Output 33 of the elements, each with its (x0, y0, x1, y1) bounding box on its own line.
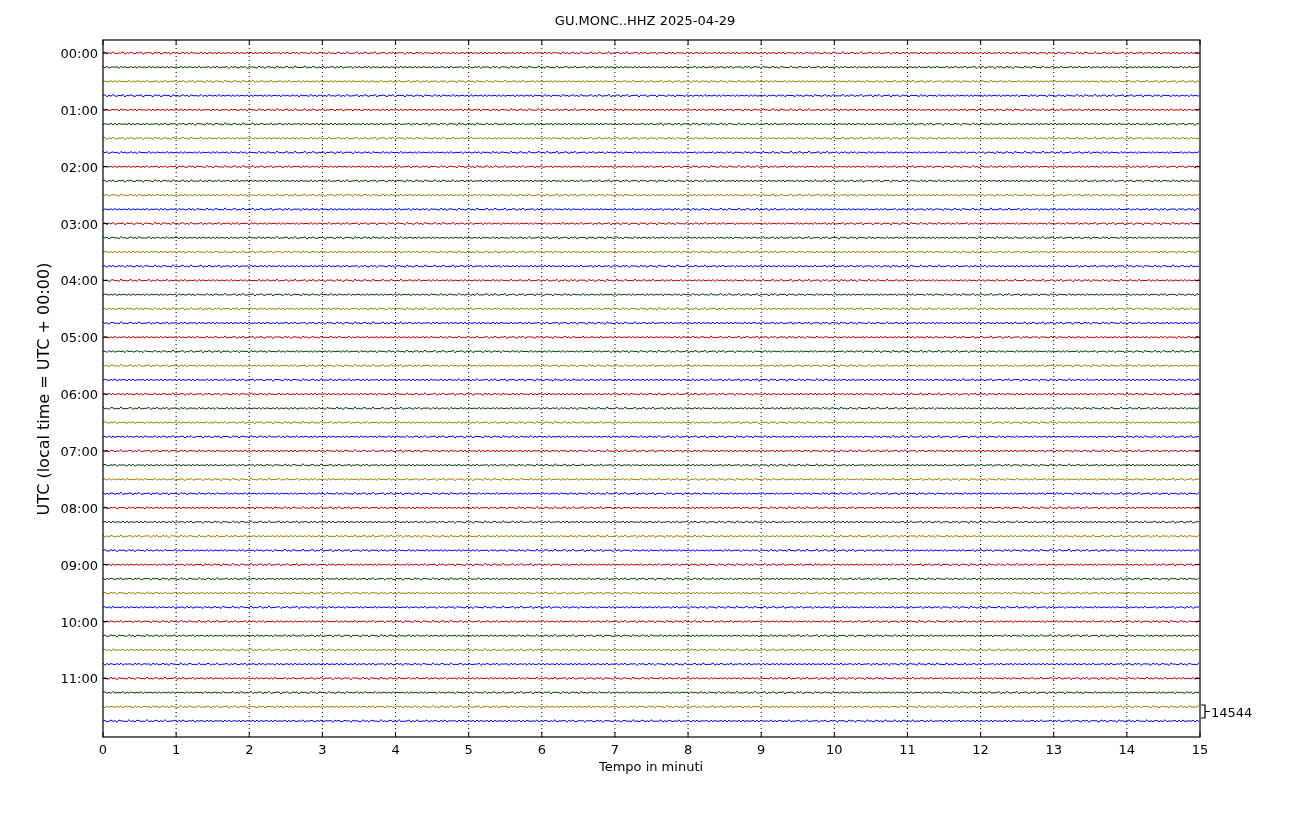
axis-tick-label: 02:00 (60, 159, 98, 175)
axis-tick-label: 07:00 (60, 443, 98, 459)
axis-tick-label: 09:00 (60, 557, 98, 573)
axis-tick-label: 03:00 (60, 216, 98, 232)
axis-tick-label: 0 (98, 742, 108, 757)
axis-tick-label: 05:00 (60, 330, 98, 346)
axis-tick-label: 7 (610, 742, 620, 757)
axis-tick-label: 2 (245, 742, 254, 757)
axis-tick-label: 12 (972, 742, 989, 757)
axis-tick-label: 15 (1191, 742, 1209, 757)
axis-tick-label: 11:00 (60, 671, 98, 687)
axis-tick-label: 01:00 (60, 102, 98, 118)
axis-tick-label: 1 (172, 742, 181, 757)
axis-tick-label: 5 (464, 742, 473, 757)
axis-tick-label: 3 (318, 742, 327, 757)
axis-tick-label: 10:00 (60, 614, 98, 630)
axis-tick-label: 9 (757, 742, 766, 757)
axis-tick-label: 06:00 (60, 387, 98, 403)
scale-bracket-icon (1200, 704, 1211, 719)
y-axis-label: UTC (local time = UTC + 00:00) (34, 262, 53, 516)
chart-title: GU.MONC..HHZ 2025-04-29 (554, 13, 736, 28)
axis-tick-label: 8 (683, 742, 693, 757)
axis-tick-label: 08:00 (60, 500, 98, 516)
axis-tick-label: 6 (537, 742, 546, 757)
x-axis-label: Tempo in minuti (598, 759, 704, 774)
axis-tick-label: 14 (1118, 742, 1136, 757)
axis-tick-label: 10 (826, 742, 843, 757)
axis-tick-label: 04:00 (60, 273, 98, 289)
axis-tick-label: 13 (1045, 742, 1062, 757)
axis-tick-label: 11 (899, 742, 916, 757)
scale-label: 14544 (1211, 705, 1253, 720)
axis-tick-label: 00:00 (60, 46, 98, 61)
axis-tick-label: 4 (391, 742, 400, 757)
